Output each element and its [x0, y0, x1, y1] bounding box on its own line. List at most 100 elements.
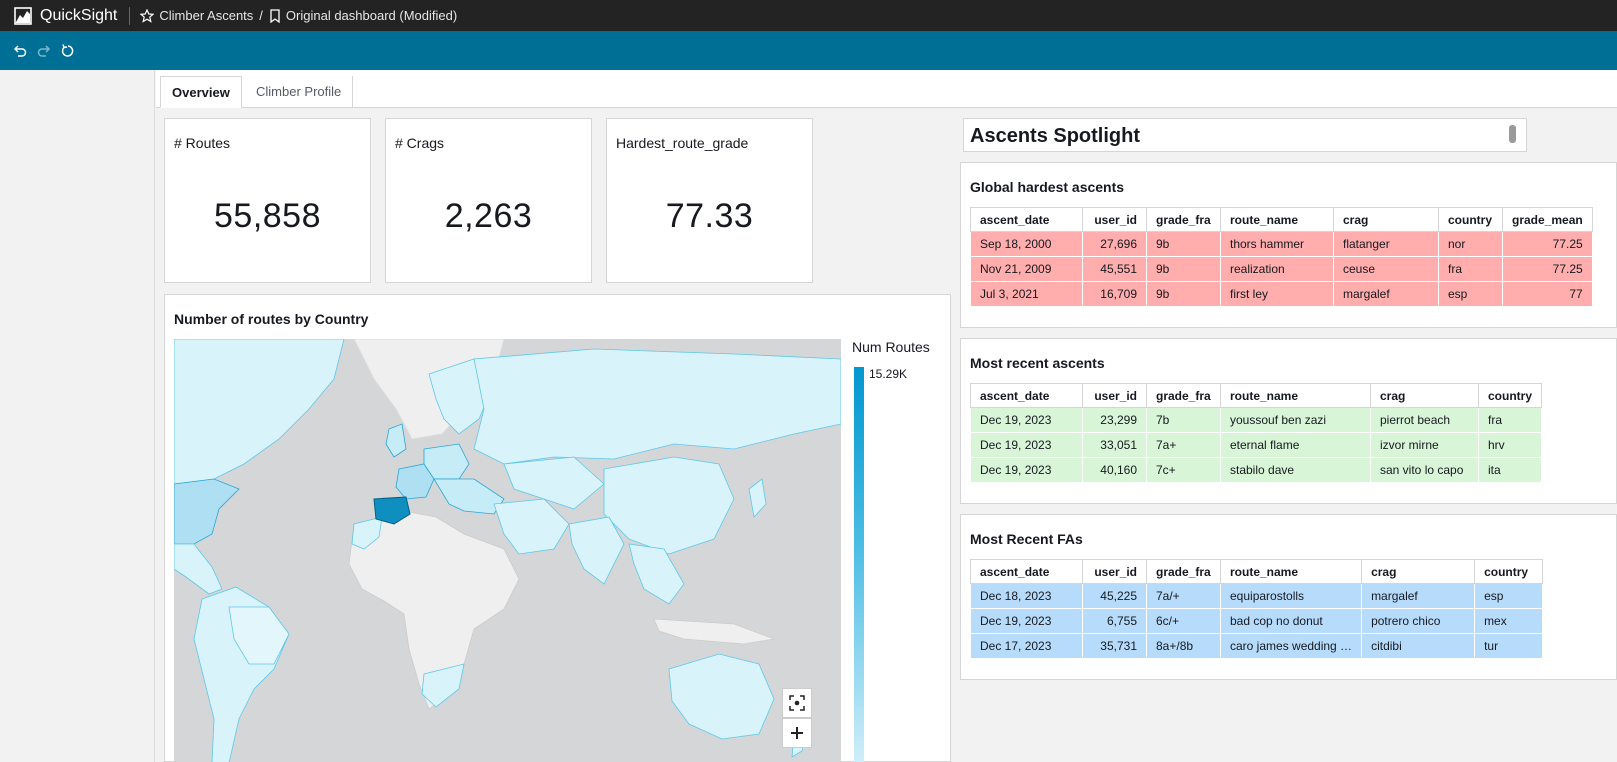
world-map[interactable]: [174, 339, 841, 762]
canada[interactable]: [174, 339, 345, 485]
left-panel: [0, 70, 155, 762]
table-row[interactable]: Sep 18, 2000 27,696 9b thors hammer flat…: [970, 231, 1593, 257]
table-row[interactable]: Jul 3, 2021 16,709 9b first ley margalef…: [970, 281, 1593, 307]
column-header[interactable]: ascent_date: [970, 207, 1083, 232]
table-cell: Dec 19, 2023: [970, 432, 1083, 458]
undo-icon[interactable]: [8, 39, 32, 63]
routes-by-country-map-card[interactable]: Number of routes by Country Num Routes 1…: [164, 294, 951, 762]
recent-fas-card[interactable]: Most Recent FAs ascent_date user_id grad…: [960, 514, 1617, 680]
column-header[interactable]: crag: [1370, 383, 1479, 408]
choropleth-map[interactable]: [174, 339, 841, 762]
table-cell: pierrot beach: [1370, 407, 1479, 433]
app-name: QuickSight: [40, 6, 118, 24]
table-header-row: ascent_date user_id grade_fra route_name…: [970, 559, 1544, 584]
kpi-hardest-grade-card[interactable]: Hardest_route_grade 77.33: [606, 118, 813, 283]
column-header[interactable]: user_id: [1082, 207, 1147, 232]
toolbar: [0, 31, 1617, 70]
japan[interactable]: [748, 478, 767, 518]
breadcrumb-dashboard[interactable]: Original dashboard (Modified): [286, 8, 457, 23]
turkey-middle-east[interactable]: [493, 498, 570, 555]
column-header[interactable]: ascent_date: [970, 559, 1083, 584]
column-header[interactable]: country: [1438, 207, 1503, 232]
focus-icon[interactable]: [782, 688, 812, 718]
table-row[interactable]: Dec 19, 2023 33,051 7a+ eternal flame iz…: [970, 432, 1543, 458]
table-cell: 8a+/8b: [1146, 633, 1221, 659]
southeast-asia[interactable]: [628, 543, 685, 605]
column-header[interactable]: user_id: [1082, 559, 1147, 584]
table-cell: Dec 17, 2023: [970, 633, 1083, 659]
table-cell: 45,551: [1082, 256, 1147, 282]
china[interactable]: [603, 456, 735, 555]
kpi-value: 2,263: [444, 197, 533, 235]
table-cell: 9b: [1146, 256, 1221, 282]
reset-icon[interactable]: [56, 39, 80, 63]
column-header[interactable]: crag: [1333, 207, 1439, 232]
australia[interactable]: [668, 653, 775, 740]
mexico-central-america[interactable]: [174, 543, 223, 595]
table-header-row: ascent_date user_id grade_fra route_name…: [970, 207, 1593, 232]
column-header[interactable]: country: [1477, 383, 1543, 408]
kpi-crags-card[interactable]: # Crags 2,263: [385, 118, 592, 283]
column-header[interactable]: crag: [1361, 559, 1476, 584]
top-bar: QuickSight Climber Ascents / Original da…: [0, 0, 1617, 31]
scrollbar[interactable]: [1509, 125, 1516, 143]
redo-icon[interactable]: [32, 39, 56, 63]
star-icon[interactable]: [140, 8, 155, 23]
recent-fas-table[interactable]: ascent_date user_id grade_fra route_name…: [970, 559, 1544, 659]
tab-climber-profile[interactable]: Climber Profile: [245, 76, 354, 108]
india[interactable]: [568, 516, 625, 585]
table-cell: first ley: [1220, 281, 1334, 307]
table-cell: ita: [1477, 457, 1543, 483]
kpi-routes-card[interactable]: # Routes 55,858: [164, 118, 371, 283]
table-cell: 27,696: [1082, 231, 1147, 257]
table-cell: stabilo dave: [1220, 457, 1371, 483]
table-title: Global hardest ascents: [970, 179, 1125, 195]
indonesia[interactable]: [653, 618, 776, 645]
italy-balkans[interactable]: [433, 478, 505, 515]
column-header[interactable]: grade_mean: [1502, 207, 1593, 232]
table-row[interactable]: Dec 19, 2023 6,755 6c/+ bad cop no donut…: [970, 608, 1544, 634]
table-cell: bad cop no donut: [1219, 608, 1363, 634]
breadcrumb-analysis[interactable]: Climber Ascents: [159, 8, 253, 23]
quicksight-logo[interactable]: QuickSight: [0, 7, 117, 25]
table-cell: hrv: [1477, 432, 1543, 458]
uk[interactable]: [385, 423, 407, 458]
recent-ascents-table[interactable]: ascent_date user_id grade_fra route_name…: [970, 383, 1543, 483]
column-header[interactable]: grade_fra: [1146, 207, 1221, 232]
divider: [129, 6, 131, 25]
russia[interactable]: [473, 348, 841, 465]
table-cell: 7a/+: [1146, 583, 1221, 609]
column-header[interactable]: route_name: [1220, 383, 1371, 408]
table-cell: 16,709: [1082, 281, 1147, 307]
column-header[interactable]: route_name: [1219, 559, 1363, 584]
table-row[interactable]: Nov 21, 2009 45,551 9b realization ceuse…: [970, 256, 1593, 282]
column-header[interactable]: grade_fra: [1146, 559, 1221, 584]
table-row[interactable]: Dec 17, 2023 35,731 8a+/8b caro james we…: [970, 633, 1544, 659]
column-header[interactable]: ascent_date: [970, 383, 1083, 408]
table-row[interactable]: Dec 19, 2023 23,299 7b youssouf ben zazi…: [970, 407, 1543, 433]
recent-ascents-card[interactable]: Most recent ascents ascent_date user_id …: [960, 338, 1617, 504]
column-header[interactable]: user_id: [1082, 383, 1147, 408]
table-cell: caro james wedding …: [1219, 633, 1363, 659]
table-cell: Jul 3, 2021: [970, 281, 1083, 307]
table-cell: tur: [1474, 633, 1544, 659]
hardest-ascents-card[interactable]: Global hardest ascents ascent_date user_…: [960, 162, 1617, 328]
zoom-in-icon[interactable]: [782, 718, 812, 748]
legend-title: Num Routes: [852, 339, 930, 355]
column-header[interactable]: country: [1474, 559, 1544, 584]
column-header[interactable]: route_name: [1220, 207, 1334, 232]
tab-overview[interactable]: Overview: [160, 76, 242, 108]
legend-color-scale: [854, 367, 864, 762]
spotlight-title: Ascents Spotlight: [970, 125, 1141, 147]
usa[interactable]: [174, 478, 240, 545]
column-header[interactable]: grade_fra: [1146, 383, 1221, 408]
germany-central-europe[interactable]: [423, 443, 470, 480]
table-cell: equiparostolls: [1219, 583, 1363, 609]
table-row[interactable]: Dec 19, 2023 40,160 7c+ stabilo dave san…: [970, 457, 1543, 483]
hardest-ascents-table[interactable]: ascent_date user_id grade_fra route_name…: [970, 207, 1593, 307]
table-cell: 7b: [1146, 407, 1221, 433]
table-cell: 6c/+: [1146, 608, 1221, 634]
table-row[interactable]: Dec 18, 2023 45,225 7a/+ equiparostolls …: [970, 583, 1544, 609]
table-cell: 7c+: [1146, 457, 1221, 483]
table-cell: 9b: [1146, 281, 1221, 307]
